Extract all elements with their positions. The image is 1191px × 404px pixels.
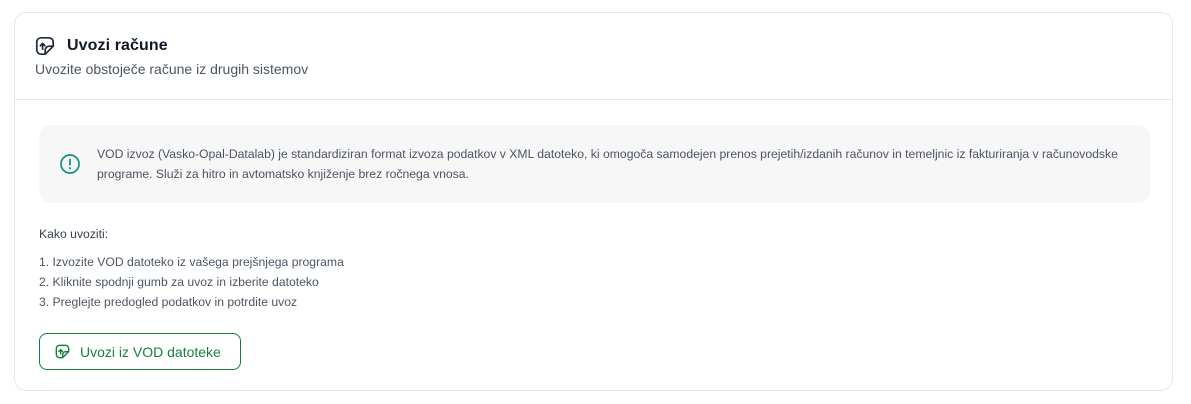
card-header: Uvozi račune Uvozite obstoječe račune iz… [15, 13, 1172, 100]
import-vod-button-label: Uvozi iz VOD datoteke [80, 343, 221, 360]
list-item: 2. Kliknite spodnji gumb za uvoz in izbe… [39, 275, 319, 289]
info-box: VOD izvoz (Vasko-Opal-Datalab) je standa… [39, 125, 1150, 203]
steps-list: 1. Izvozite VOD datoteko iz vašega prejš… [39, 252, 1148, 312]
list-item: 1. Izvozite VOD datoteko iz vašega prejš… [39, 255, 344, 269]
file-import-icon [55, 344, 70, 359]
alert-circle-icon [59, 153, 81, 175]
title-row: Uvozi račune [35, 36, 1172, 56]
card-subtitle: Uvozite obstoječe račune iz drugih siste… [35, 61, 309, 77]
import-invoices-card: Uvozi račune Uvozite obstoječe račune iz… [14, 12, 1173, 391]
file-import-icon [35, 36, 55, 56]
import-vod-button[interactable]: Uvozi iz VOD datoteke [39, 333, 241, 370]
card-title: Uvozi račune [67, 37, 168, 54]
list-item: 3. Preglejte predogled podatkov in potrd… [39, 295, 298, 309]
info-text: VOD izvoz (Vasko-Opal-Datalab) je standa… [97, 147, 1118, 181]
steps-title: Kako uvoziti: [39, 227, 109, 241]
card-body: VOD izvoz (Vasko-Opal-Datalab) je standa… [15, 100, 1172, 370]
